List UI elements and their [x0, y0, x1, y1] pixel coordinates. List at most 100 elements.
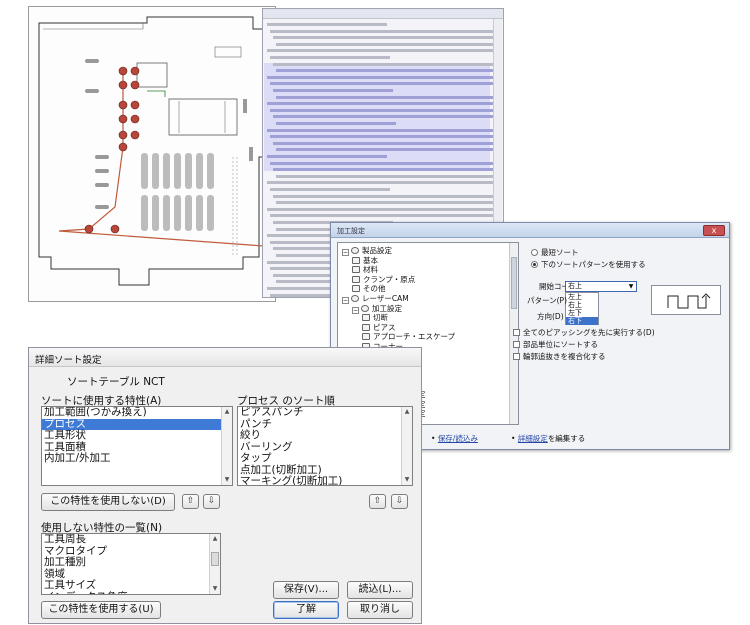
process-move-up-button[interactable]: ⇧: [369, 494, 386, 509]
tree-row[interactable]: [273, 62, 499, 66]
scroll-up-icon[interactable]: ▲: [222, 407, 232, 417]
save-load-link[interactable]: • 保存/読込み: [431, 433, 478, 444]
tree-row[interactable]: [276, 122, 396, 125]
node-icon: [352, 275, 360, 283]
move-up-button[interactable]: ⇧: [182, 494, 199, 509]
list-item[interactable]: タップ: [238, 452, 412, 465]
process-move-down-button[interactable]: ⇩: [391, 494, 408, 509]
list-scrollbar[interactable]: ▲ ▼: [209, 534, 220, 594]
dropdown-option[interactable]: 左上: [566, 293, 598, 301]
tree-row[interactable]: [276, 69, 502, 73]
close-icon[interactable]: x: [703, 225, 725, 236]
scroll-up-icon[interactable]: ▲: [210, 534, 220, 544]
radio-use-pattern[interactable]: 下のソートパターンを使用する: [531, 259, 646, 270]
tree-row[interactable]: [267, 49, 493, 53]
list-item[interactable]: 工具サイズ: [42, 579, 220, 592]
tree-node-label: 製品設定: [362, 246, 392, 255]
scroll-down-icon[interactable]: ▼: [222, 475, 232, 485]
list-item[interactable]: 加工種別: [42, 556, 220, 569]
collapse-icon[interactable]: −: [342, 249, 349, 256]
list-item[interactable]: 工具周長: [42, 534, 220, 546]
tree-row[interactable]: [270, 188, 390, 191]
dropdown-arrow-icon: ▼: [628, 283, 634, 290]
used-properties-list[interactable]: 加工範囲(つかみ換え) プロセス 工具形状 工具面積 内加工/外加工 ▲ ▼: [41, 406, 233, 486]
ok-button[interactable]: 了解: [273, 601, 339, 619]
cad-drawing-canvas[interactable]: [28, 6, 277, 302]
check-pierce-first[interactable]: 全てのピアッシングを先に実行する(D): [513, 327, 655, 338]
scroll-up-icon[interactable]: ▲: [402, 407, 412, 417]
tree-row[interactable]: [270, 161, 496, 165]
tree-row[interactable]: [276, 42, 502, 46]
tree-node[interactable]: 材料: [352, 265, 378, 275]
node-icon: [351, 247, 359, 254]
use-property-button[interactable]: この特性を使用する(U): [41, 601, 161, 619]
tree-row[interactable]: [273, 36, 499, 40]
tree-row[interactable]: [270, 108, 496, 112]
start-corner-dropdown[interactable]: 右上 ▼: [565, 281, 637, 292]
tree-row[interactable]: [276, 95, 502, 99]
load-button[interactable]: 読込(L)...: [347, 581, 413, 599]
cancel-button[interactable]: 取り消し: [347, 601, 413, 619]
tree-row[interactable]: [270, 56, 390, 59]
tree-node[interactable]: − 製品設定: [342, 246, 392, 256]
list-item[interactable]: 加工範囲(つかみ換え): [42, 407, 232, 419]
tree-row[interactable]: [273, 194, 499, 198]
list-item[interactable]: ピアスパンチ: [238, 407, 412, 419]
tree-row[interactable]: [270, 29, 496, 33]
save-button[interactable]: 保存(V)...: [273, 581, 339, 599]
tree-row[interactable]: [267, 207, 493, 211]
edit-detail-link[interactable]: • 詳細設定を編集する: [511, 433, 585, 444]
dropdown-option[interactable]: 左下: [566, 309, 598, 317]
list-item[interactable]: 内加工/外加工: [42, 452, 232, 465]
radio-shortest-sort[interactable]: 最短ソート: [531, 247, 579, 258]
check-part-unit[interactable]: 部品単位にソートする: [513, 339, 598, 350]
list-item[interactable]: 絞り: [238, 429, 412, 442]
list-item[interactable]: マーキング(切断加工): [238, 475, 412, 485]
tree-row[interactable]: [270, 135, 496, 139]
tree-node[interactable]: ピアス: [362, 323, 396, 333]
node-icon: [362, 314, 370, 322]
move-down-button[interactable]: ⇩: [203, 494, 220, 509]
tree-node-label: 切断: [373, 313, 388, 323]
tree-row[interactable]: [273, 115, 499, 119]
node-icon: [352, 266, 360, 274]
tree-node[interactable]: − レーザーCAM: [342, 294, 409, 304]
tree-node-label: クランプ・原点: [363, 274, 416, 284]
tree-row[interactable]: [267, 181, 493, 185]
process-order-list[interactable]: ピアスパンチ パンチ 絞り バーリング タップ 点加工(切断加工) マーキング(切断加工) …: [237, 406, 413, 486]
tree-row[interactable]: [267, 75, 493, 79]
tree-row[interactable]: [267, 155, 387, 158]
start-corner-options[interactable]: 左上 右上 左下 右下: [565, 292, 599, 325]
tree-node[interactable]: 切断: [362, 313, 388, 323]
tree-row[interactable]: [273, 141, 499, 145]
do-not-use-property-button[interactable]: この特性を使用しない(D): [41, 493, 175, 511]
list-item[interactable]: パンチ: [238, 418, 412, 431]
tree-node[interactable]: その他: [352, 284, 386, 294]
tree-node[interactable]: アプローチ・エスケープ: [362, 332, 455, 342]
tree-node-label: 材料: [363, 265, 378, 275]
dropdown-option[interactable]: 右上: [566, 301, 598, 309]
tree-row[interactable]: [276, 174, 502, 178]
dialog-title: 詳細ソート設定: [29, 348, 421, 367]
list-item[interactable]: 工具形状: [42, 429, 232, 442]
scroll-down-icon[interactable]: ▼: [402, 475, 412, 485]
tree-row[interactable]: [267, 102, 493, 106]
dropdown-option[interactable]: 右下: [566, 317, 598, 325]
tree-row[interactable]: [276, 201, 502, 205]
tree-row[interactable]: [270, 82, 496, 86]
scroll-down-icon[interactable]: ▼: [210, 584, 220, 594]
tree-row[interactable]: [267, 23, 387, 26]
check-contour[interactable]: 輪郭追抜きを複合化する: [513, 351, 606, 362]
tree-row[interactable]: [273, 89, 393, 92]
list-item[interactable]: インデックス角度: [42, 591, 220, 594]
down-arrow-icon: ⇩: [395, 496, 404, 506]
tree-row[interactable]: [270, 214, 496, 218]
list-scrollbar[interactable]: ▲ ▼: [401, 407, 412, 485]
list-scrollbar[interactable]: ▲ ▼: [221, 407, 232, 485]
collapse-icon[interactable]: −: [342, 297, 349, 304]
collapse-icon[interactable]: −: [352, 306, 359, 314]
tree-row[interactable]: [273, 168, 499, 172]
tree-row[interactable]: [267, 128, 493, 132]
tree-row[interactable]: [276, 148, 502, 152]
unused-properties-list[interactable]: 工具周長マクロタイプ加工種別領域工具サイズインデックス角度 ▲▼: [41, 533, 221, 595]
